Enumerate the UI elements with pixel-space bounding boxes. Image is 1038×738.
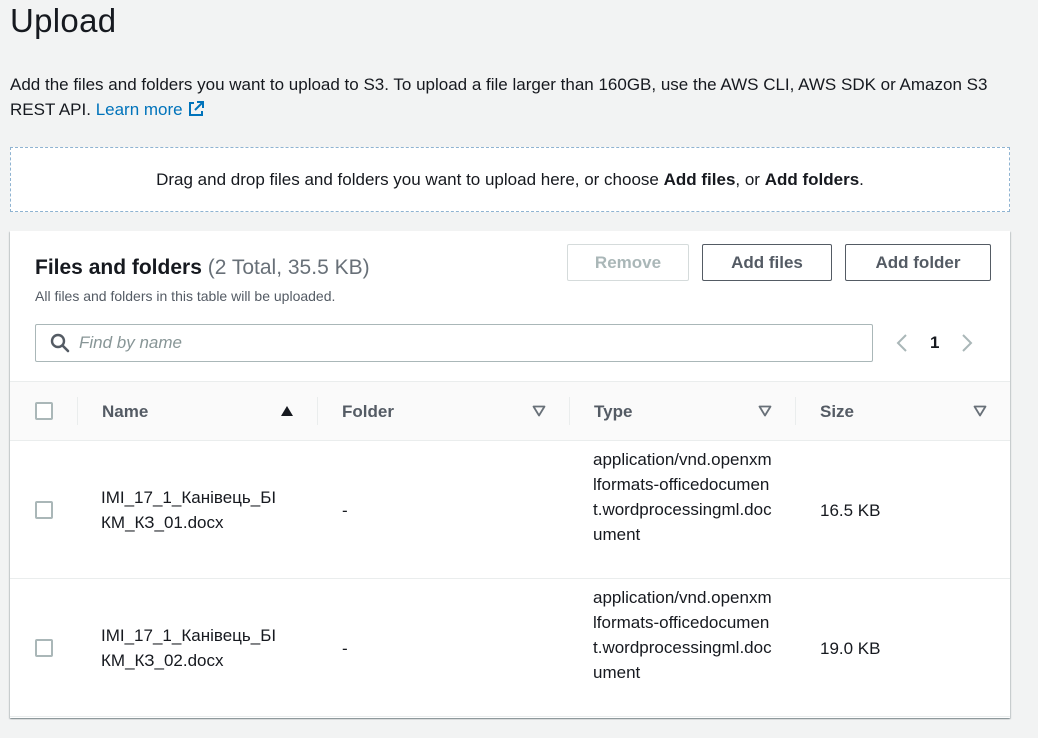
table-row[interactable]: IMI_17_1_Канівець_БІ КМ_КЗ_01.docx - app… — [10, 441, 1010, 579]
sort-caret-down-icon[interactable] — [973, 405, 987, 417]
upload-page: Upload Add the files and folders you wan… — [0, 0, 1038, 738]
row-checkbox[interactable] — [35, 501, 53, 519]
learn-more-label: Learn more — [95, 100, 183, 119]
file-folder: - — [342, 639, 348, 658]
file-folder: - — [342, 501, 348, 520]
previous-page-icon[interactable] — [890, 331, 914, 355]
current-page-number[interactable]: 1 — [930, 333, 939, 353]
drop-zone[interactable]: Drag and drop files and folders you want… — [10, 147, 1010, 212]
external-link-icon — [187, 100, 205, 125]
sort-caret-down-icon[interactable] — [532, 405, 546, 417]
column-divider — [795, 397, 796, 425]
file-type: application/vnd.openxmlformats-officedoc… — [593, 588, 772, 682]
dropzone-text-1: Drag and drop files and folders you want… — [156, 169, 664, 189]
panel-title-text: Files and folders — [35, 256, 202, 279]
search-icon — [50, 333, 70, 353]
column-header-folder[interactable]: Folder — [342, 382, 394, 442]
page-description: Add the files and folders you want to up… — [10, 72, 1020, 125]
dropzone-add-folders: Add folders — [764, 169, 860, 189]
file-name: IMI_17_1_Канівець_БІ КМ_КЗ_02.docx — [101, 623, 301, 673]
page-title: Upload — [10, 2, 117, 39]
table-row[interactable]: IMI_17_1_Канівець_БІ КМ_КЗ_02.docx - app… — [10, 579, 1010, 717]
file-name-line: IMI_17_1_Канівець_БІ — [101, 488, 277, 507]
panel-subtitle: All files and folders in this table will… — [35, 288, 336, 304]
learn-more-link[interactable]: Learn more — [96, 100, 205, 119]
select-all-checkbox[interactable] — [35, 402, 53, 420]
dropzone-add-files: Add files — [663, 169, 736, 189]
remove-button[interactable]: Remove — [567, 244, 689, 281]
file-size: 16.5 KB — [820, 501, 881, 520]
table-header: Name Folder Type Size — [10, 381, 1010, 441]
panel-title: Files and folders (2 Total, 35.5 KB) — [35, 256, 370, 280]
next-page-icon[interactable] — [955, 331, 979, 355]
files-and-folders-panel: Files and folders (2 Total, 35.5 KB) All… — [10, 231, 1010, 718]
search-input[interactable] — [79, 333, 859, 353]
file-name-line: КМ_КЗ_01.docx — [101, 513, 224, 532]
search-box — [35, 324, 873, 362]
dropzone-text-3: . — [859, 169, 864, 189]
column-divider — [569, 397, 570, 425]
dropzone-text-2: , or — [735, 169, 765, 189]
column-header-type[interactable]: Type — [594, 382, 632, 442]
add-folder-button[interactable]: Add folder — [845, 244, 991, 281]
add-files-button[interactable]: Add files — [702, 244, 832, 281]
column-divider — [77, 397, 78, 425]
file-name: IMI_17_1_Канівець_БІ КМ_КЗ_01.docx — [101, 485, 301, 535]
sort-caret-down-icon[interactable] — [758, 405, 772, 417]
column-header-name[interactable]: Name — [102, 382, 148, 442]
panel-count: (2 Total, 35.5 KB) — [207, 256, 370, 279]
file-name-line: IMI_17_1_Канівець_БІ — [101, 626, 277, 645]
sort-ascending-icon[interactable] — [280, 405, 294, 417]
file-name-line: КМ_КЗ_02.docx — [101, 651, 224, 670]
file-size: 19.0 KB — [820, 639, 881, 658]
column-divider — [317, 397, 318, 425]
column-header-size[interactable]: Size — [820, 382, 854, 442]
pagination: 1 — [890, 329, 979, 357]
row-checkbox[interactable] — [35, 639, 53, 657]
file-type: application/vnd.openxmlformats-officedoc… — [593, 450, 772, 544]
